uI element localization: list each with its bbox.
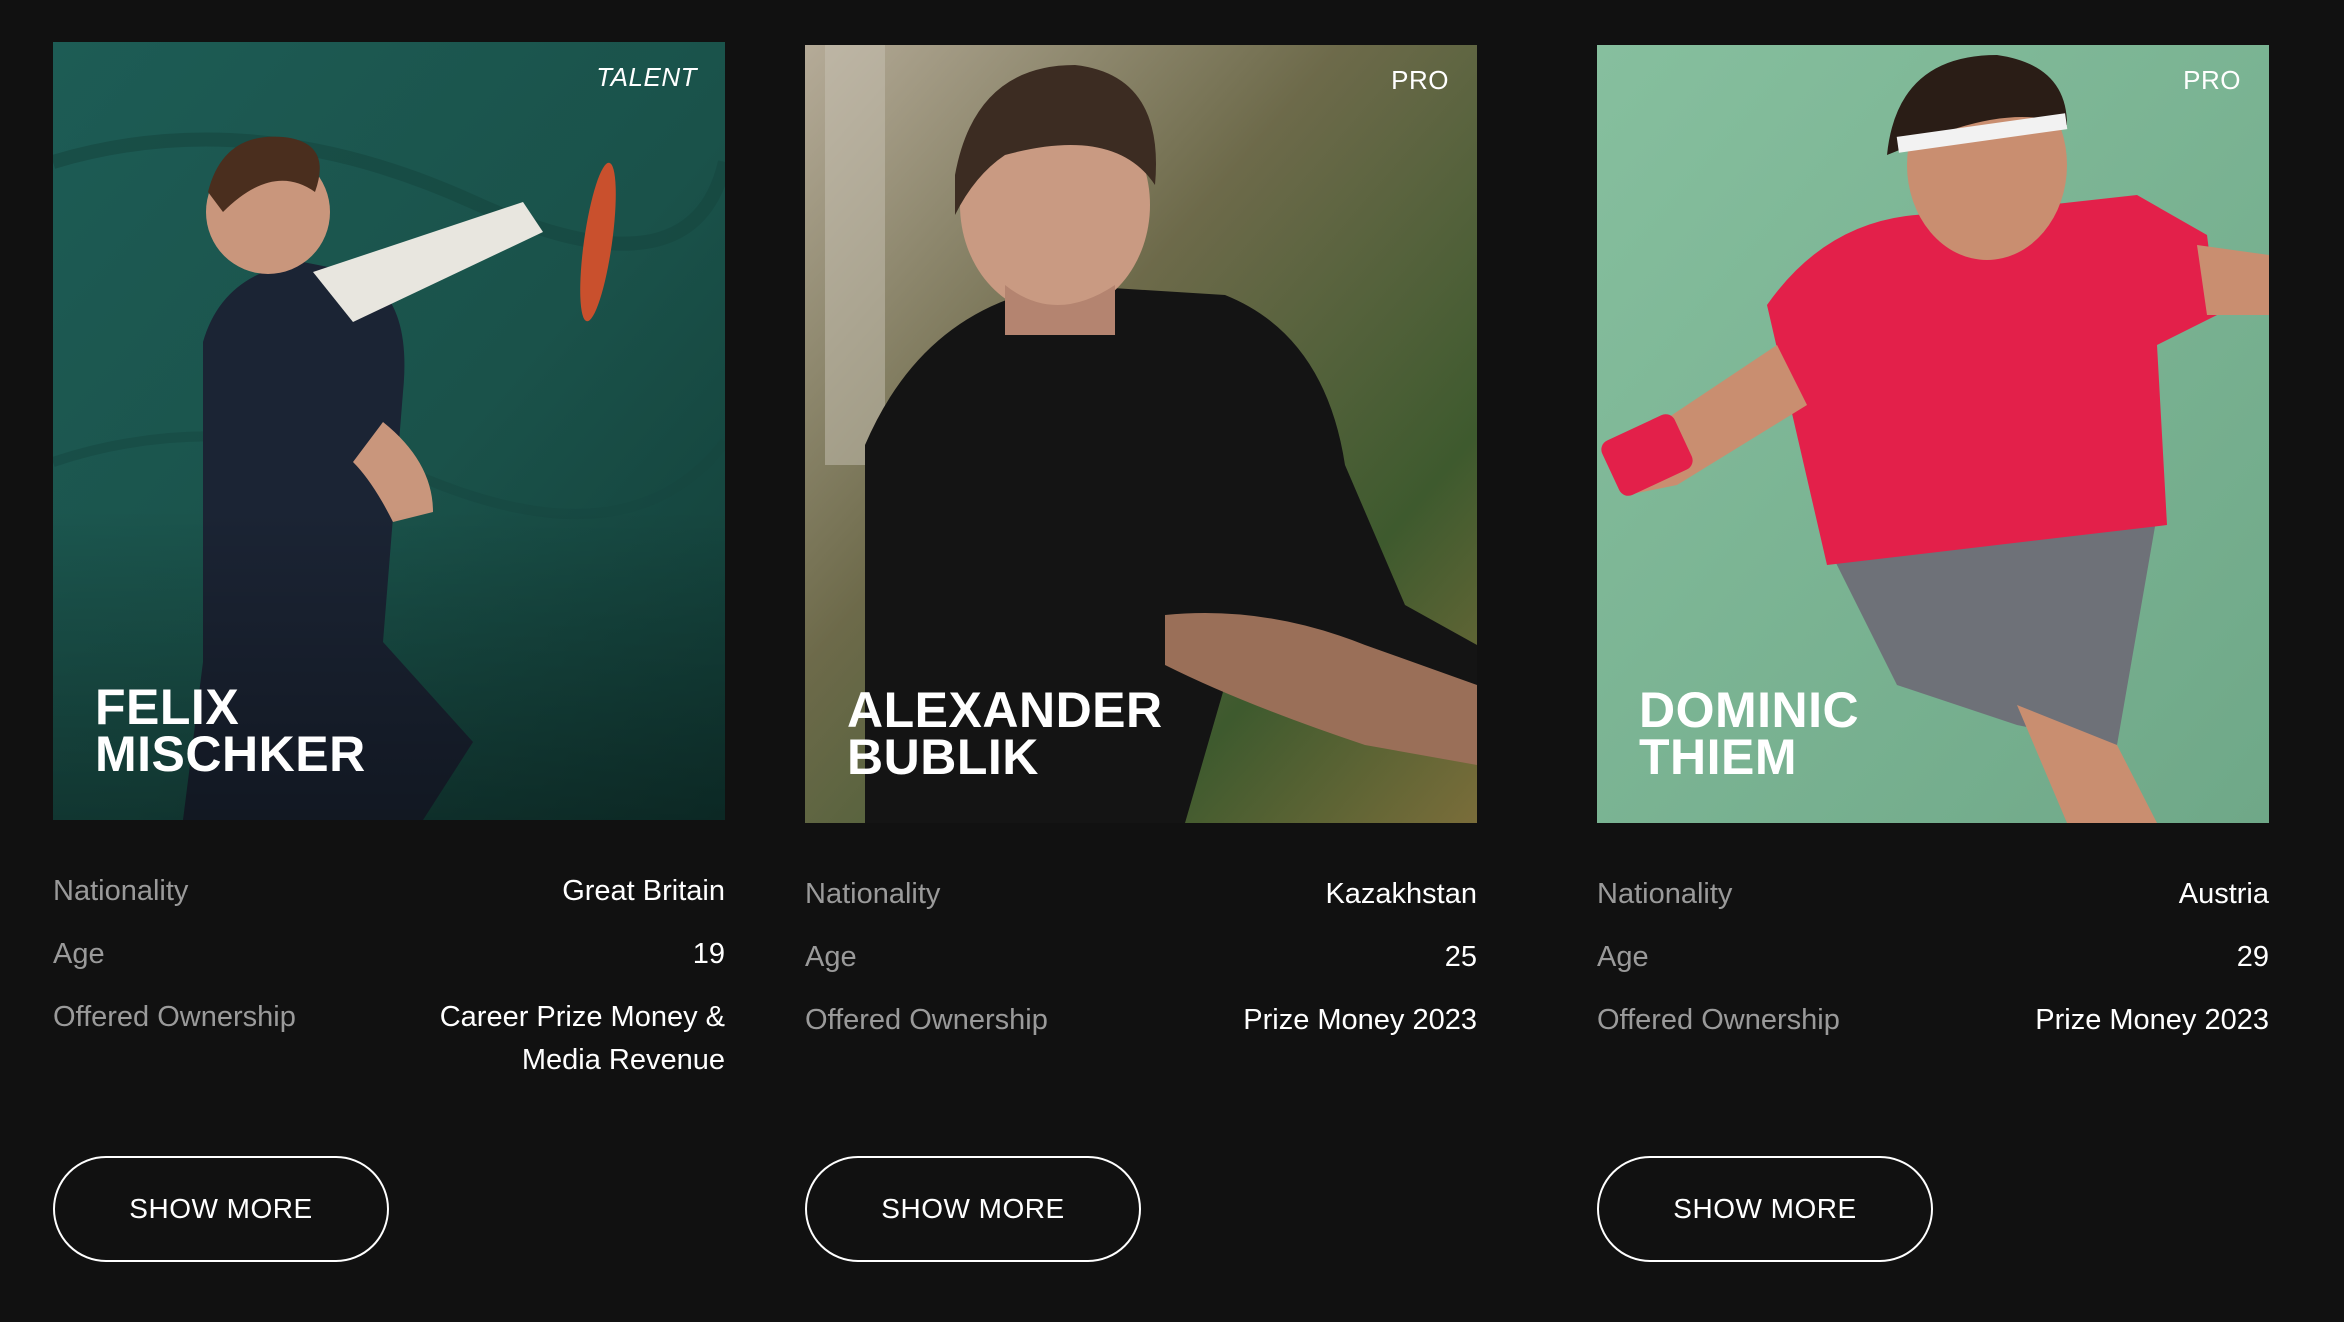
player-info-table: Nationality Kazakhstan Age 25 Offered Ow…	[805, 873, 1477, 1042]
player-info-table: Nationality Great Britain Age 19 Offered…	[53, 870, 725, 1082]
info-row-nationality: Nationality Austria	[1597, 873, 2269, 916]
player-tier-badge: PRO	[1391, 65, 1449, 95]
player-name: FELIX MISCHKER	[95, 679, 366, 782]
age-value: 19	[692, 938, 725, 970]
nationality-label: Nationality	[53, 875, 189, 907]
player-photo[interactable]: PRO DOMINIC THIEM	[1597, 45, 2269, 823]
info-row-ownership: Offered Ownership Career Prize Money & M…	[53, 996, 725, 1082]
info-row-nationality: Nationality Great Britain	[53, 870, 725, 913]
info-row-age: Age 25	[805, 936, 1477, 979]
ownership-value: Prize Money 2023	[1243, 1004, 1477, 1036]
age-value: 29	[2236, 941, 2269, 973]
player-card-alexander-bublik[interactable]: PRO ALEXANDER BUBLIK Nationality Kazakhs…	[805, 45, 1477, 1062]
player-last-name: MISCHKER	[95, 726, 366, 782]
player-tier-badge: PRO	[2183, 65, 2241, 95]
age-label: Age	[1597, 941, 1649, 973]
player-name: ALEXANDER BUBLIK	[847, 682, 1163, 785]
info-row-ownership: Offered Ownership Prize Money 2023	[805, 999, 1477, 1042]
player-last-name: THIEM	[1639, 729, 1798, 785]
player-first-name: ALEXANDER	[847, 682, 1163, 738]
age-value: 25	[1444, 941, 1477, 973]
nationality-value: Austria	[2178, 878, 2269, 910]
player-card-dominic-thiem[interactable]: PRO DOMINIC THIEM Nationality Austria Ag…	[1597, 45, 2269, 1062]
player-photo[interactable]: PRO ALEXANDER BUBLIK	[805, 45, 1477, 823]
age-label: Age	[805, 941, 857, 973]
age-label: Age	[53, 938, 105, 970]
player-info-table: Nationality Austria Age 29 Offered Owner…	[1597, 873, 2269, 1042]
nationality-value: Great Britain	[562, 875, 725, 907]
player-photo[interactable]: TALENT FELIX MISCHKER	[53, 42, 725, 820]
nationality-label: Nationality	[805, 878, 941, 910]
nationality-value: Kazakhstan	[1325, 878, 1477, 910]
info-row-nationality: Nationality Kazakhstan	[805, 873, 1477, 916]
player-card-grid: TALENT FELIX MISCHKER Nationality Great …	[0, 0, 2344, 1322]
player-card-felix-mischker[interactable]: TALENT FELIX MISCHKER Nationality Great …	[53, 42, 725, 1102]
player-name: DOMINIC THIEM	[1639, 682, 1860, 785]
player-first-name: DOMINIC	[1639, 682, 1860, 738]
player-tier-badge: TALENT	[596, 62, 697, 92]
ownership-label: Offered Ownership	[53, 1001, 296, 1033]
ownership-value: Prize Money 2023	[2035, 1004, 2269, 1036]
info-row-age: Age 29	[1597, 936, 2269, 979]
ownership-value: Career Prize Money & Media Revenue	[439, 1001, 725, 1076]
show-more-button-felix-mischker[interactable]: SHOW MORE	[53, 1156, 389, 1262]
show-more-button-dominic-thiem[interactable]: SHOW MORE	[1597, 1156, 1933, 1262]
ownership-label: Offered Ownership	[805, 1004, 1048, 1036]
info-row-age: Age 19	[53, 933, 725, 976]
nationality-label: Nationality	[1597, 878, 1733, 910]
show-more-button-alexander-bublik[interactable]: SHOW MORE	[805, 1156, 1141, 1262]
ownership-label: Offered Ownership	[1597, 1004, 1840, 1036]
info-row-ownership: Offered Ownership Prize Money 2023	[1597, 999, 2269, 1042]
player-last-name: BUBLIK	[847, 729, 1039, 785]
player-first-name: FELIX	[95, 679, 240, 735]
